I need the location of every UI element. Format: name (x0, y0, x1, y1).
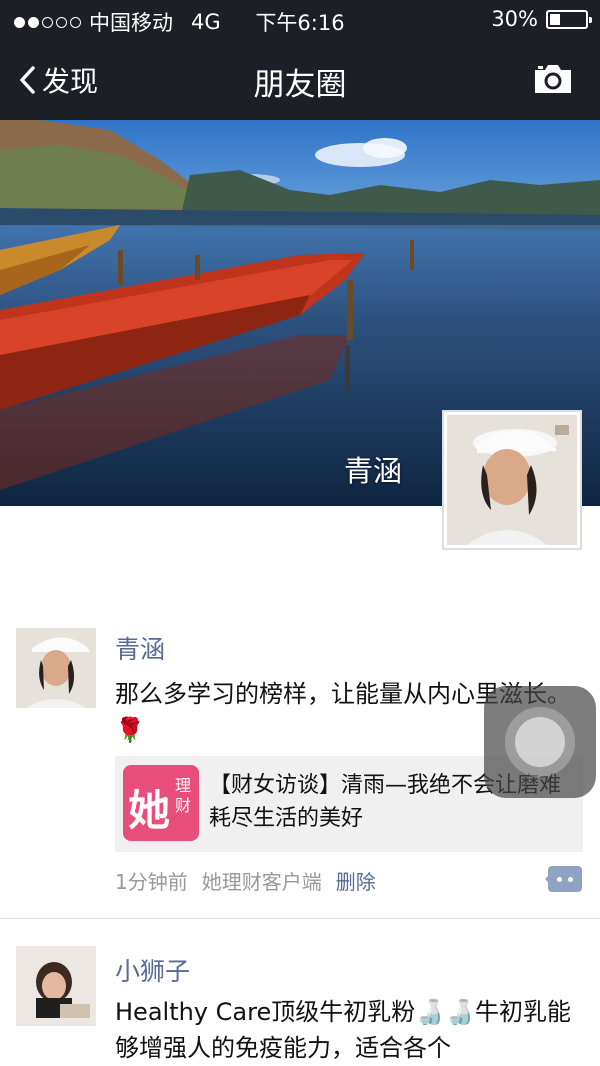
avatar-image (447, 415, 577, 545)
post-meta: 1分钟前 她理财客户端 删除 (115, 866, 376, 895)
app-logo-big: 她 (128, 786, 171, 835)
navigation-bar: 发现 朋友圈 (0, 40, 600, 120)
battery-percent: 30% (491, 7, 538, 31)
post-text: Healthy Care顶级牛初乳粉🍶🍶牛初乳能够增强人的免疫能力，适合各个 (115, 998, 571, 1062)
post-author[interactable]: 青涵 (115, 630, 165, 666)
app-logo: 她 理财 (123, 765, 199, 841)
assistive-touch-button[interactable] (484, 686, 596, 798)
comment-icon[interactable] (545, 866, 582, 892)
post-source[interactable]: 她理财客户端 (202, 866, 322, 895)
camera-icon[interactable] (532, 62, 574, 96)
delete-button[interactable]: 删除 (336, 866, 376, 895)
post-author[interactable]: 小狮子 (115, 952, 190, 988)
app-logo-small: 理财 (175, 776, 192, 815)
profile-avatar[interactable] (442, 410, 582, 550)
cover-user-name: 青涵 (343, 454, 402, 488)
page-title: 朋友圈 (253, 67, 347, 103)
divider (0, 918, 600, 919)
status-bar: 中国移动 4G 下午6:16 30% (0, 0, 600, 40)
battery-icon (546, 9, 592, 29)
post-avatar[interactable] (16, 946, 96, 1026)
post-time: 1分钟前 (115, 870, 188, 894)
post-avatar[interactable] (16, 628, 96, 708)
